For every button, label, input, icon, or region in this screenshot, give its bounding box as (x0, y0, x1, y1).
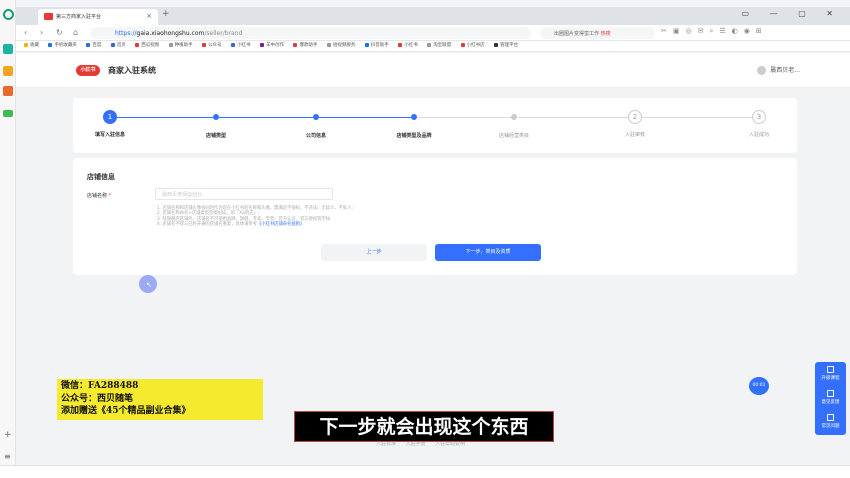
search-hot-label: 热搜 (600, 31, 611, 37)
step-1: 1 填写入驻信息 (70, 110, 150, 138)
store-name-input[interactable]: 晨西贝老师@创业 (155, 188, 333, 200)
step-6: 2 入驻审核 (595, 110, 675, 138)
bookmark-item[interactable]: 西瓜视频 (135, 42, 159, 48)
course-icon (827, 366, 834, 373)
star-icon (24, 42, 28, 47)
upgrade-course-button[interactable]: 升级课程 (815, 366, 846, 381)
bookmark-item[interactable]: 公众号 (202, 42, 222, 48)
step-dot (511, 114, 517, 120)
promo-watermark: 微信：FA288488 公众号：西贝随笔 添加赠送《45个精品副业合集》 (57, 379, 263, 420)
xiaohongshu-logo: 小红书 (76, 65, 100, 76)
forward-icon[interactable]: › (40, 28, 43, 37)
watermark-line: 公众号：西贝随笔 (61, 393, 134, 404)
bookmark-item[interactable]: 小红书店 (460, 42, 485, 48)
next-button[interactable]: 下一步，类目及资质 (435, 244, 541, 261)
bookmark-item[interactable]: 手机收藏夹 (48, 42, 77, 48)
naming-rules-link[interactable]: 《小红书店铺命名规则》 (257, 222, 304, 227)
bookmark-item[interactable]: 管理平台 (494, 42, 518, 48)
mail-icon[interactable] (3, 110, 13, 117)
toolbar-icons[interactable]: ✂▣◎✉⌕☰◐◉⊞ (661, 27, 768, 36)
mouse-cursor: ↖ (139, 275, 157, 293)
bookmarks-bar: 收藏 手机收藏夹 百度 首页 西瓜视频 种植助手 公众号 小红书 羊中创作 爆款… (16, 41, 850, 52)
prev-button[interactable]: 上一步 (321, 244, 427, 261)
step-5: 店铺经营类目 (474, 110, 554, 139)
sidebar-app-icon[interactable] (3, 44, 13, 54)
step-number: 1 (103, 110, 117, 124)
floating-help-bar: 升级课程 意见反馈 常见问题 (815, 362, 846, 435)
progress-steps: 1 填写入驻信息 店铺类型 公司信息 店铺类型及品牌 店铺经营类目 2 入驻审核… (73, 98, 797, 153)
step-7: 3 入驻成功 (719, 110, 799, 138)
watermark-line: 微信：FA288488 (61, 381, 139, 391)
step-label: 入驻成功 (748, 132, 769, 138)
home-icon[interactable]: ⌂ (73, 28, 78, 37)
bookmark-item[interactable]: 收藏 (24, 42, 39, 48)
store-info-form: 店铺信息 店铺名称 * 晨西贝老师@创业 1. 店铺名称和店铺头像会同时作为您在… (73, 158, 797, 275)
step-label: 入驻审核 (624, 132, 645, 138)
user-name: 晨西贝老... (770, 67, 800, 74)
bookmark-item[interactable]: 种植助手 (168, 42, 193, 48)
step-number: 3 (752, 110, 766, 124)
tab-title: 第三方商家入驻平台 (56, 14, 102, 20)
bookmark-item[interactable]: 百度 (86, 42, 101, 48)
url-host: gaia.xiaohongshu.com (136, 30, 205, 37)
weibo-icon[interactable] (3, 86, 13, 96)
bookmark-item[interactable]: 抖音助手 (364, 42, 389, 48)
required-mark: * (108, 193, 112, 199)
bookmark-item[interactable]: 爆款助手 (293, 42, 317, 48)
back-icon[interactable]: ‹ (24, 28, 27, 37)
bookmark-item[interactable]: 羊中创作 (260, 42, 284, 48)
step-2: 店铺类型 (176, 110, 256, 139)
status-bar (0, 465, 850, 478)
add-icon[interactable]: + (4, 430, 12, 440)
bookmark-item[interactable]: 小红书 (231, 42, 251, 48)
step-label: 店铺经营类目 (498, 133, 529, 139)
address-bar: ‹ › ↻ ⌂ https://gaia.xiaohongshu.com/sel… (16, 25, 850, 41)
bookmark-item[interactable]: 首页 (110, 42, 126, 48)
search-text: 出圈图片变得蛮工作 (554, 31, 600, 37)
bookmark-item[interactable]: 淘宝联盟 (427, 42, 451, 48)
window-controls[interactable]: ▭ — ▢ ✕ (742, 9, 842, 18)
step-number: 2 (628, 110, 642, 124)
step-3: 公司信息 (276, 110, 356, 139)
favorites-star-icon[interactable] (3, 66, 13, 76)
step-label: 店铺类型 (205, 133, 226, 139)
bookmark-item[interactable]: 小红书 (398, 42, 418, 48)
step-dot (213, 114, 219, 120)
user-menu[interactable]: 晨西贝老... (757, 65, 800, 75)
step-4: 店铺类型及品牌 (374, 110, 454, 139)
watermark-line: 添加赠送《45个精品副业合集》 (61, 406, 191, 417)
step-dot (411, 114, 417, 120)
browser-side-rail: + ≡ (0, 0, 16, 478)
pointer-icon: ↖ (146, 281, 152, 289)
step-label: 公司信息 (305, 133, 326, 139)
menu-icon[interactable]: ≡ (4, 452, 11, 461)
store-name-hint: 1. 店铺名称和店铺头像会同时作为您在小红书的名称和头像，需满足不侵权、不违法、… (157, 206, 353, 228)
close-tab-icon[interactable]: × (146, 12, 152, 20)
bookmark-item[interactable]: 短视频服务 (326, 42, 355, 48)
xiaohongshu-favicon-icon (44, 13, 53, 20)
timer-badge[interactable]: 00:01 (749, 377, 769, 395)
step-label: 店铺类型及品牌 (396, 133, 432, 139)
feedback-button[interactable]: 意见反馈 (815, 390, 846, 405)
step-dot (313, 114, 319, 120)
app-title: 商家入驻系统 (108, 66, 156, 75)
faq-icon (827, 414, 834, 421)
reload-icon[interactable]: ↻ (56, 28, 63, 37)
store-name-label: 店铺名称 * (87, 193, 112, 199)
app-header: 小红书 商家入驻系统 晨西贝老... (16, 53, 850, 88)
new-tab-button[interactable]: + (162, 9, 170, 19)
faq-button[interactable]: 常见问题 (815, 414, 846, 429)
avatar (757, 66, 767, 75)
url-input[interactable]: https://gaia.xiaohongshu.com/seller/bran… (91, 27, 531, 39)
tab-bar: 第三方商家入驻平台 × + ▭ — ▢ ✕ (16, 7, 850, 25)
search-input[interactable]: 出圈图片变得蛮工作 热搜 (540, 27, 655, 39)
tab-seller-platform[interactable]: 第三方商家入驻平台 × (38, 9, 158, 25)
feedback-icon (827, 390, 834, 397)
section-title: 店铺信息 (87, 173, 115, 181)
browser-logo-icon (3, 9, 14, 20)
url-path: /seller/brand (204, 30, 243, 37)
url-scheme: https:// (115, 30, 137, 37)
step-label: 填写入驻信息 (94, 132, 125, 138)
video-subtitle: 下一步就会出现这个东西 (294, 411, 554, 442)
